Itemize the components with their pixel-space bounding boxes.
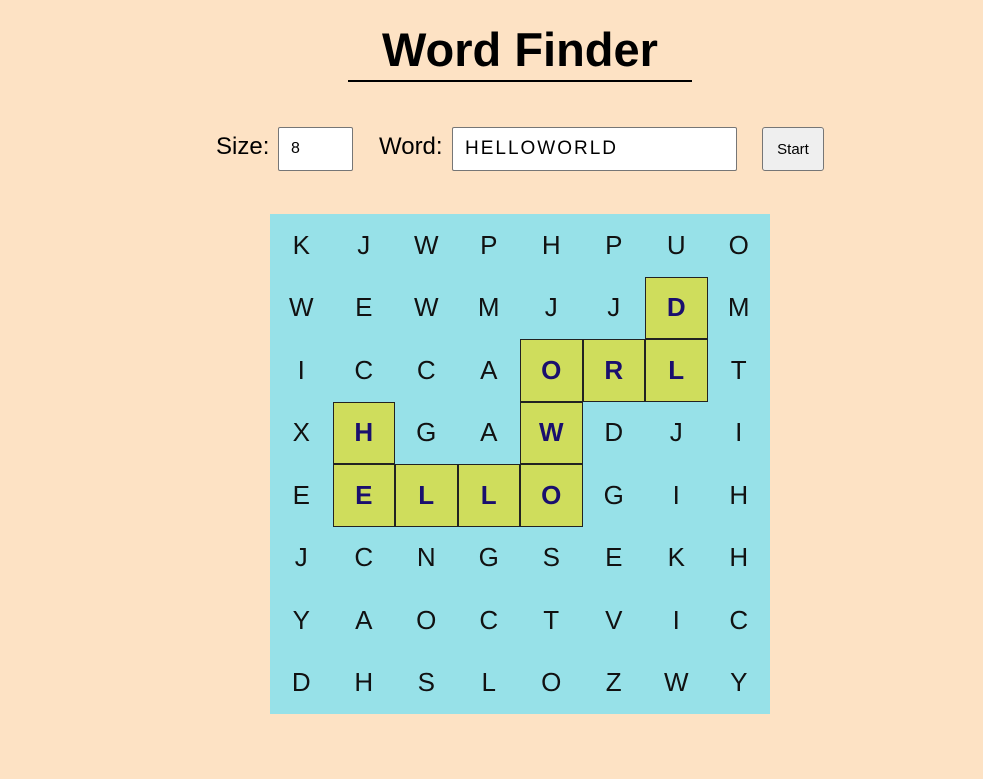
- grid-cell[interactable]: U: [645, 214, 708, 277]
- start-button[interactable]: Start: [762, 127, 824, 171]
- grid-cell[interactable]: E: [333, 277, 396, 340]
- grid-cell[interactable]: C: [333, 527, 396, 590]
- grid-cell[interactable]: H: [333, 652, 396, 715]
- grid-cell[interactable]: Y: [270, 589, 333, 652]
- grid-cell[interactable]: P: [458, 214, 521, 277]
- grid-cell[interactable]: J: [583, 277, 646, 340]
- grid-cell[interactable]: E: [583, 527, 646, 590]
- title-underline: [348, 80, 692, 82]
- grid-cell[interactable]: X: [270, 402, 333, 465]
- grid-cell-highlighted[interactable]: L: [457, 464, 520, 527]
- grid-cell[interactable]: K: [270, 214, 333, 277]
- grid-cell[interactable]: G: [458, 527, 521, 590]
- grid-cell[interactable]: L: [458, 652, 521, 715]
- grid-cell[interactable]: M: [708, 277, 771, 340]
- grid-cell[interactable]: S: [520, 527, 583, 590]
- grid-cell-highlighted[interactable]: O: [520, 339, 583, 402]
- grid-cell[interactable]: G: [583, 464, 646, 527]
- grid-cell[interactable]: G: [395, 402, 458, 465]
- grid-cell[interactable]: P: [583, 214, 646, 277]
- grid-cell[interactable]: J: [270, 527, 333, 590]
- grid-cell-highlighted[interactable]: L: [395, 464, 458, 527]
- grid-cell[interactable]: T: [708, 339, 771, 402]
- grid-cell-highlighted[interactable]: D: [645, 276, 708, 339]
- size-label: Size:: [216, 133, 270, 160]
- grid-cell[interactable]: W: [645, 652, 708, 715]
- grid-cell[interactable]: C: [458, 589, 521, 652]
- grid-cell[interactable]: A: [333, 589, 396, 652]
- grid-cell[interactable]: A: [458, 402, 521, 465]
- grid-cell[interactable]: K: [645, 527, 708, 590]
- grid-cell[interactable]: J: [520, 277, 583, 340]
- word-input[interactable]: [452, 127, 737, 171]
- grid-cell[interactable]: D: [270, 652, 333, 715]
- grid-cell[interactable]: Y: [708, 652, 771, 715]
- grid-cell[interactable]: C: [395, 339, 458, 402]
- grid-cell-highlighted[interactable]: E: [332, 464, 395, 527]
- page: { "title": "Word Finder", "controls": { …: [0, 0, 983, 779]
- grid-cell[interactable]: H: [708, 527, 771, 590]
- size-input[interactable]: [278, 127, 353, 171]
- page-title: Word Finder: [382, 23, 658, 76]
- word-label: Word:: [379, 133, 443, 160]
- grid-cell[interactable]: M: [458, 277, 521, 340]
- grid-cell[interactable]: W: [395, 214, 458, 277]
- grid-cell[interactable]: W: [270, 277, 333, 340]
- grid-cell[interactable]: W: [395, 277, 458, 340]
- grid-cell[interactable]: I: [270, 339, 333, 402]
- letter-grid: KJWPHPUOWEWMJJDMICCAORLTXHGAWDJIEELLOGIH…: [270, 214, 770, 714]
- grid-cell[interactable]: I: [708, 402, 771, 465]
- grid-cell-highlighted[interactable]: L: [645, 339, 708, 402]
- grid-cell[interactable]: H: [708, 464, 771, 527]
- grid-cell[interactable]: E: [270, 464, 333, 527]
- grid-cell[interactable]: C: [333, 339, 396, 402]
- grid-cell[interactable]: J: [645, 402, 708, 465]
- grid-cell-highlighted[interactable]: O: [520, 464, 583, 527]
- grid-cell[interactable]: O: [520, 652, 583, 715]
- grid-cell[interactable]: C: [708, 589, 771, 652]
- grid-cell[interactable]: N: [395, 527, 458, 590]
- grid-cell[interactable]: I: [645, 589, 708, 652]
- grid-cell[interactable]: I: [645, 464, 708, 527]
- grid-cell[interactable]: T: [520, 589, 583, 652]
- grid-cell[interactable]: D: [583, 402, 646, 465]
- grid-cell[interactable]: A: [458, 339, 521, 402]
- grid-cell[interactable]: Z: [583, 652, 646, 715]
- grid-cell-highlighted[interactable]: W: [520, 401, 583, 464]
- grid-cell[interactable]: H: [520, 214, 583, 277]
- grid-cell[interactable]: O: [395, 589, 458, 652]
- grid-cell-highlighted[interactable]: H: [332, 401, 395, 464]
- grid-cell[interactable]: J: [333, 214, 396, 277]
- grid-cell[interactable]: S: [395, 652, 458, 715]
- grid-cell-highlighted[interactable]: R: [582, 339, 645, 402]
- grid-cell[interactable]: V: [583, 589, 646, 652]
- grid-cell[interactable]: O: [708, 214, 771, 277]
